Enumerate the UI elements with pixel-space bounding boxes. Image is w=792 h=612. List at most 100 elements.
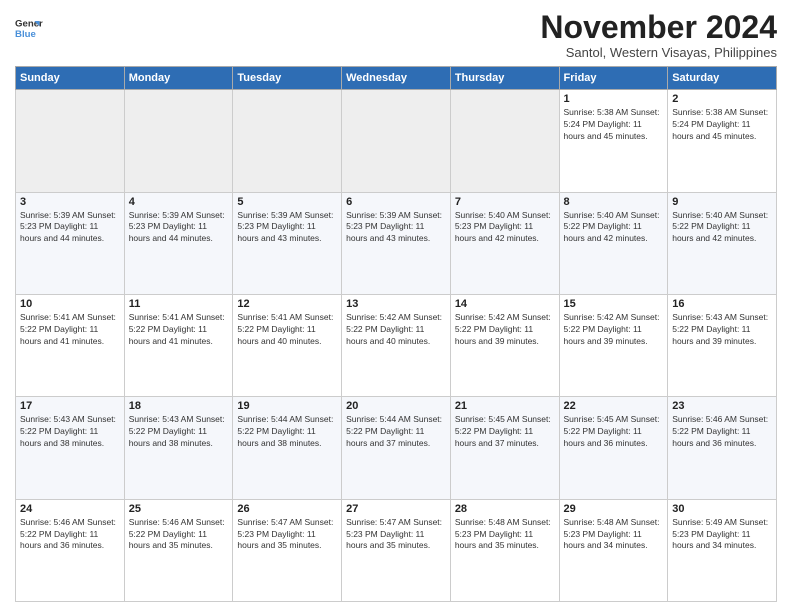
calendar-week-5: 24Sunrise: 5:46 AM Sunset: 5:22 PM Dayli…	[16, 499, 777, 601]
table-row	[124, 90, 233, 192]
day-number: 2	[672, 93, 772, 105]
day-number: 1	[564, 93, 664, 105]
month-title: November 2024	[540, 10, 777, 45]
table-row: 19 Sunrise: 5:44 AM Sunset: 5:22 PM Dayli…	[233, 397, 342, 499]
day-number: 29	[564, 503, 664, 515]
table-row: 20 Sunrise: 5:44 AM Sunset: 5:22 PM Dayli…	[342, 397, 451, 499]
location: Santol, Western Visayas, Philippines	[540, 45, 777, 60]
table-row: 7Sunrise: 5:40 AM Sunset: 5:23 PM Daylig…	[450, 192, 559, 294]
calendar-week-2: 3 Sunrise: 5:39 AM Sunset: 5:23 PM Daylig…	[16, 192, 777, 294]
day-info: Sunrise: 5:43 AM Sunset: 5:22 PM Dayligh…	[20, 414, 120, 450]
table-row: 18 Sunrise: 5:43 AM Sunset: 5:22 PM Dayli…	[124, 397, 233, 499]
table-row: 23 Sunrise: 5:46 AM Sunset: 5:22 PM Dayli…	[668, 397, 777, 499]
day-number: 5	[237, 196, 337, 208]
day-number: 9	[672, 196, 772, 208]
table-row: 25 Sunrise: 5:46 AM Sunset: 5:22 PM Dayli…	[124, 499, 233, 601]
table-row: 6 Sunrise: 5:39 AM Sunset: 5:23 PM Daylig…	[342, 192, 451, 294]
header: General Blue November 2024 Santol, Weste…	[15, 10, 777, 60]
table-row: 11 Sunrise: 5:41 AM Sunset: 5:22 PM Dayli…	[124, 294, 233, 396]
table-row: 17 Sunrise: 5:43 AM Sunset: 5:22 PM Dayli…	[16, 397, 125, 499]
calendar-week-3: 10Sunrise: 5:41 AM Sunset: 5:22 PM Dayli…	[16, 294, 777, 396]
table-row: 27 Sunrise: 5:47 AM Sunset: 5:23 PM Dayli…	[342, 499, 451, 601]
day-number: 19	[237, 400, 337, 412]
table-row: 1 Sunrise: 5:38 AM Sunset: 5:24 PM Daylig…	[559, 90, 668, 192]
calendar-header-row: Sunday Monday Tuesday Wednesday Thursday…	[16, 67, 777, 90]
day-number: 3	[20, 196, 120, 208]
day-number: 17	[20, 400, 120, 412]
day-number: 23	[672, 400, 772, 412]
day-info: Sunrise: 5:39 AM Sunset: 5:23 PM Dayligh…	[237, 210, 337, 246]
table-row: 26Sunrise: 5:47 AM Sunset: 5:23 PM Dayli…	[233, 499, 342, 601]
day-number: 15	[564, 298, 664, 310]
table-row: 9Sunrise: 5:40 AM Sunset: 5:22 PM Daylig…	[668, 192, 777, 294]
day-number: 30	[672, 503, 772, 515]
day-number: 13	[346, 298, 446, 310]
table-row	[16, 90, 125, 192]
table-row	[450, 90, 559, 192]
day-info: Sunrise: 5:40 AM Sunset: 5:23 PM Dayligh…	[455, 210, 555, 246]
table-row: 10Sunrise: 5:41 AM Sunset: 5:22 PM Dayli…	[16, 294, 125, 396]
day-info: Sunrise: 5:43 AM Sunset: 5:22 PM Dayligh…	[129, 414, 229, 450]
title-block: November 2024 Santol, Western Visayas, P…	[540, 10, 777, 60]
table-row: 21Sunrise: 5:45 AM Sunset: 5:22 PM Dayli…	[450, 397, 559, 499]
day-number: 12	[237, 298, 337, 310]
day-info: Sunrise: 5:42 AM Sunset: 5:22 PM Dayligh…	[564, 312, 664, 348]
table-row: 28Sunrise: 5:48 AM Sunset: 5:23 PM Dayli…	[450, 499, 559, 601]
table-row: 3 Sunrise: 5:39 AM Sunset: 5:23 PM Daylig…	[16, 192, 125, 294]
day-number: 8	[564, 196, 664, 208]
day-number: 6	[346, 196, 446, 208]
table-row: 30 Sunrise: 5:49 AM Sunset: 5:23 PM Dayli…	[668, 499, 777, 601]
day-number: 21	[455, 400, 555, 412]
day-info: Sunrise: 5:45 AM Sunset: 5:22 PM Dayligh…	[564, 414, 664, 450]
table-row: 4Sunrise: 5:39 AM Sunset: 5:23 PM Daylig…	[124, 192, 233, 294]
svg-text:Blue: Blue	[15, 29, 36, 40]
day-info: Sunrise: 5:44 AM Sunset: 5:22 PM Dayligh…	[237, 414, 337, 450]
table-row: 24Sunrise: 5:46 AM Sunset: 5:22 PM Dayli…	[16, 499, 125, 601]
day-info: Sunrise: 5:39 AM Sunset: 5:23 PM Dayligh…	[20, 210, 120, 246]
col-tuesday: Tuesday	[233, 67, 342, 90]
table-row: 22 Sunrise: 5:45 AM Sunset: 5:22 PM Dayli…	[559, 397, 668, 499]
day-number: 4	[129, 196, 229, 208]
calendar-week-4: 17 Sunrise: 5:43 AM Sunset: 5:22 PM Dayli…	[16, 397, 777, 499]
day-number: 20	[346, 400, 446, 412]
day-info: Sunrise: 5:46 AM Sunset: 5:22 PM Dayligh…	[129, 517, 229, 553]
day-number: 18	[129, 400, 229, 412]
day-info: Sunrise: 5:41 AM Sunset: 5:22 PM Dayligh…	[20, 312, 120, 348]
day-info: Sunrise: 5:47 AM Sunset: 5:23 PM Dayligh…	[346, 517, 446, 553]
col-saturday: Saturday	[668, 67, 777, 90]
table-row	[342, 90, 451, 192]
day-number: 14	[455, 298, 555, 310]
day-info: Sunrise: 5:42 AM Sunset: 5:22 PM Dayligh…	[346, 312, 446, 348]
table-row	[233, 90, 342, 192]
col-wednesday: Wednesday	[342, 67, 451, 90]
day-info: Sunrise: 5:39 AM Sunset: 5:23 PM Dayligh…	[346, 210, 446, 246]
col-monday: Monday	[124, 67, 233, 90]
day-info: Sunrise: 5:48 AM Sunset: 5:23 PM Dayligh…	[564, 517, 664, 553]
day-number: 28	[455, 503, 555, 515]
day-number: 11	[129, 298, 229, 310]
day-info: Sunrise: 5:46 AM Sunset: 5:22 PM Dayligh…	[20, 517, 120, 553]
calendar-table: Sunday Monday Tuesday Wednesday Thursday…	[15, 66, 777, 602]
page: General Blue November 2024 Santol, Weste…	[0, 0, 792, 612]
col-thursday: Thursday	[450, 67, 559, 90]
table-row: 5 Sunrise: 5:39 AM Sunset: 5:23 PM Daylig…	[233, 192, 342, 294]
day-info: Sunrise: 5:38 AM Sunset: 5:24 PM Dayligh…	[564, 107, 664, 143]
day-info: Sunrise: 5:38 AM Sunset: 5:24 PM Dayligh…	[672, 107, 772, 143]
day-number: 22	[564, 400, 664, 412]
table-row: 29 Sunrise: 5:48 AM Sunset: 5:23 PM Dayli…	[559, 499, 668, 601]
table-row: 8 Sunrise: 5:40 AM Sunset: 5:22 PM Daylig…	[559, 192, 668, 294]
day-info: Sunrise: 5:41 AM Sunset: 5:22 PM Dayligh…	[129, 312, 229, 348]
col-sunday: Sunday	[16, 67, 125, 90]
table-row: 15 Sunrise: 5:42 AM Sunset: 5:22 PM Dayli…	[559, 294, 668, 396]
day-number: 16	[672, 298, 772, 310]
day-number: 25	[129, 503, 229, 515]
day-info: Sunrise: 5:49 AM Sunset: 5:23 PM Dayligh…	[672, 517, 772, 553]
day-number: 27	[346, 503, 446, 515]
day-info: Sunrise: 5:47 AM Sunset: 5:23 PM Dayligh…	[237, 517, 337, 553]
day-info: Sunrise: 5:40 AM Sunset: 5:22 PM Dayligh…	[564, 210, 664, 246]
day-info: Sunrise: 5:46 AM Sunset: 5:22 PM Dayligh…	[672, 414, 772, 450]
day-info: Sunrise: 5:43 AM Sunset: 5:22 PM Dayligh…	[672, 312, 772, 348]
table-row: 16 Sunrise: 5:43 AM Sunset: 5:22 PM Dayli…	[668, 294, 777, 396]
logo-icon: General Blue	[15, 14, 43, 42]
day-info: Sunrise: 5:44 AM Sunset: 5:22 PM Dayligh…	[346, 414, 446, 450]
